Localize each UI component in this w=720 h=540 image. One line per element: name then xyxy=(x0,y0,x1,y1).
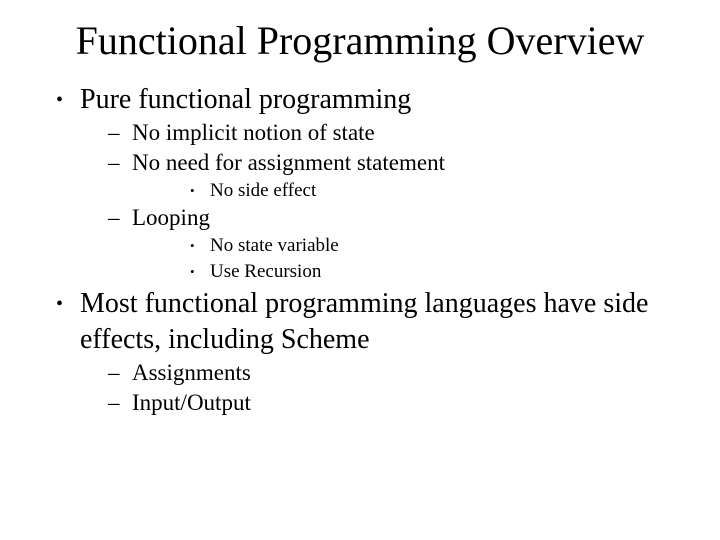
bullet-text: Use Recursion xyxy=(210,261,321,282)
bullet-text: No need for assignment statement xyxy=(132,150,445,175)
bullet-list: Pure functional programming No implicit … xyxy=(50,82,670,418)
bullet-text: Looping xyxy=(132,205,210,230)
bullet-sublist: No state variable Use Recursion xyxy=(132,233,670,284)
bullet-text: Most functional programming languages ha… xyxy=(80,288,648,355)
bullet-lvl2: No need for assignment statement No side… xyxy=(80,148,670,204)
slide-title: Functional Programming Overview xyxy=(50,18,670,64)
bullet-sublist: No implicit notion of state No need for … xyxy=(80,118,670,285)
bullet-text: Input/Output xyxy=(132,390,251,415)
bullet-lvl3: No state variable xyxy=(132,233,670,259)
bullet-text: Pure functional programming xyxy=(80,84,411,115)
bullet-lvl1: Most functional programming languages ha… xyxy=(50,286,670,417)
bullet-lvl3: No side effect xyxy=(132,178,670,204)
bullet-sublist: Assignments Input/Output xyxy=(80,358,670,418)
bullet-lvl1: Pure functional programming No implicit … xyxy=(50,82,670,284)
bullet-text: Assignments xyxy=(132,360,251,385)
bullet-text: No state variable xyxy=(210,235,339,256)
bullet-lvl2: Assignments xyxy=(80,358,670,388)
bullet-lvl2: Looping No state variable Use Recursion xyxy=(80,203,670,284)
bullet-sublist: No side effect xyxy=(132,178,670,204)
bullet-text: No implicit notion of state xyxy=(132,120,375,145)
bullet-lvl3: Use Recursion xyxy=(132,259,670,285)
bullet-text: No side effect xyxy=(210,180,316,201)
bullet-lvl2: No implicit notion of state xyxy=(80,118,670,148)
slide: Functional Programming Overview Pure fun… xyxy=(0,0,720,540)
bullet-lvl2: Input/Output xyxy=(80,388,670,418)
